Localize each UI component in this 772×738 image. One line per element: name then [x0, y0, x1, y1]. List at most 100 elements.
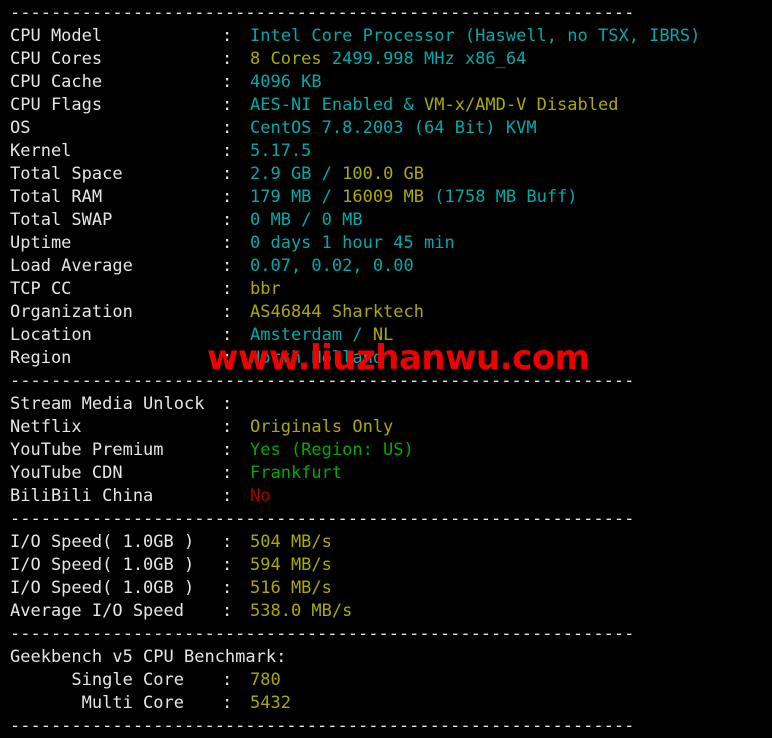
info-row-colon: : — [222, 26, 233, 46]
info-row: YouTube CDN: Frankfurt — [10, 462, 772, 485]
info-row-label: CPU Cores — [10, 49, 103, 69]
info-row-colon: : — [222, 256, 233, 276]
info-row-label: Location — [10, 325, 92, 345]
info-row-colon: : — [222, 693, 233, 713]
info-row-value: 516 MB/s — [250, 578, 332, 598]
info-row: CPU Cores:8 Cores 2499.998 MHz x86_64 — [10, 48, 772, 71]
info-row-value: Yes (Region: US) — [250, 440, 414, 460]
info-row: Total SWAP:0 MB / 0 MB — [10, 209, 772, 232]
info-row-value: 4096 KB — [250, 72, 322, 92]
info-row-value: 780 — [250, 670, 281, 690]
info-row-colon: : — [222, 233, 233, 253]
info-row-colon: : — [222, 187, 233, 207]
info-row-value: 8 Cores — [250, 49, 332, 69]
info-row-colon: : — [222, 555, 233, 575]
info-row-value: 2499.998 MHz x86_64 — [331, 49, 527, 69]
section-separator: ----------------------------------------… — [10, 508, 772, 531]
info-row-value: 504 MB/s — [250, 532, 332, 552]
info-row-label: Kernel — [10, 141, 72, 161]
info-row-value: 594 MB/s — [250, 555, 332, 575]
info-row-label: CPU Model — [10, 26, 103, 46]
info-row-colon: : — [222, 302, 233, 322]
info-row: OS: CentOS 7.8.2003 (64 Bit) KVM — [10, 117, 772, 140]
info-row-value: Frankfurt — [250, 463, 343, 483]
info-row-colon: : — [222, 440, 233, 460]
terminal-output: ----------------------------------------… — [0, 0, 772, 738]
info-row-label: Load Average — [10, 256, 133, 276]
info-row-value: Intel Core Processor (Haswell, no TSX, I… — [250, 26, 701, 46]
info-row-value: 100.0 GB — [342, 164, 425, 184]
info-row-colon: : — [222, 348, 233, 368]
info-row-value: 538.0 MB/s — [250, 601, 353, 621]
info-row-label: Single Core — [10, 670, 184, 690]
info-row-label: Uptime — [10, 233, 72, 253]
info-row-value: (1758 MB Buff) — [434, 187, 578, 207]
section-heading-text: Geekbench v5 CPU Benchmark: — [10, 647, 287, 667]
info-row: Netflix: Originals Only — [10, 416, 772, 439]
info-row: TCP CC: bbr — [10, 278, 772, 301]
info-row-value: AS46844 Sharktech — [250, 302, 424, 322]
info-row-colon: : — [222, 210, 233, 230]
info-row-label: I/O Speed( 1.0GB ) — [10, 578, 195, 598]
info-row: CPU Model: Intel Core Processor (Haswell,… — [10, 25, 772, 48]
separator-line: ----------------------------------------… — [10, 624, 635, 644]
info-row-value: 5.17.5 — [250, 141, 312, 161]
info-row: Load Average:0.07, 0.02, 0.00 — [10, 255, 772, 278]
info-row-colon: : — [222, 394, 233, 414]
info-row-colon: : — [222, 670, 233, 690]
info-row: Average I/O Speed:538.0 MB/s — [10, 600, 772, 623]
info-row-colon: : — [222, 486, 233, 506]
info-row: CPU Flags: AES-NI Enabled & VM-x/AMD-V Di… — [10, 94, 772, 117]
info-row: Single Core:780 — [10, 669, 772, 692]
info-row-label: YouTube Premium — [10, 440, 164, 460]
info-row-colon: : — [222, 118, 233, 138]
section-separator: ----------------------------------------… — [10, 2, 772, 25]
info-row: YouTube Premium: Yes (Region: US) — [10, 439, 772, 462]
info-row-value: CentOS 7.8.2003 (64 Bit) KVM — [250, 118, 537, 138]
info-row-label: TCP CC — [10, 279, 72, 299]
info-row-colon: : — [222, 578, 233, 598]
info-row-colon: : — [222, 417, 233, 437]
info-row-label: Total RAM — [10, 187, 103, 207]
info-row-label: CPU Flags — [10, 95, 103, 115]
info-row: Organization: AS46844 Sharktech — [10, 301, 772, 324]
info-row-label: Organization — [10, 302, 133, 322]
info-row: I/O Speed( 1.0GB ):516 MB/s — [10, 577, 772, 600]
section-separator: ----------------------------------------… — [10, 370, 772, 393]
info-row: Total RAM:179 MB / 16009 MB (1758 MB Buf… — [10, 186, 772, 209]
info-row-label: Total Space — [10, 164, 123, 184]
info-row-value: 2.9 GB / — [250, 164, 343, 184]
info-row: Region: North Holland — [10, 347, 772, 370]
info-row-value: 5432 — [250, 693, 291, 713]
info-row-label: Total SWAP — [10, 210, 113, 230]
info-row-value: No — [250, 486, 271, 506]
info-row: I/O Speed( 1.0GB ):594 MB/s — [10, 554, 772, 577]
info-row-colon: : — [222, 463, 233, 483]
section-separator: ----------------------------------------… — [10, 623, 772, 646]
info-row-label: CPU Cache — [10, 72, 103, 92]
info-row-colon: : — [222, 279, 233, 299]
info-row-value: NL — [372, 325, 394, 345]
separator-line: ----------------------------------------… — [10, 371, 635, 391]
section-separator: ----------------------------------------… — [10, 715, 772, 738]
info-row-colon: : — [222, 601, 233, 621]
info-row-label: Multi Core — [10, 693, 184, 713]
info-row: Multi Core:5432 — [10, 692, 772, 715]
info-row: I/O Speed( 1.0GB ):504 MB/s — [10, 531, 772, 554]
info-row-label: Average I/O Speed — [10, 601, 184, 621]
section-heading: Geekbench v5 CPU Benchmark: — [10, 646, 772, 669]
info-row: Total Space:2.9 GB / 100.0 GB — [10, 163, 772, 186]
info-row: CPU Cache:4096 KB — [10, 71, 772, 94]
info-row-value: 0 days 1 hour 45 min — [250, 233, 455, 253]
info-row-label: Region — [10, 348, 72, 368]
separator-line: ----------------------------------------… — [10, 3, 635, 23]
info-row-value: 16009 MB — [342, 187, 435, 207]
info-row-value: North Holland — [250, 348, 384, 368]
info-row-label: YouTube CDN — [10, 463, 123, 483]
info-row-label: OS — [10, 118, 31, 138]
info-row-value: 0.07, 0.02, 0.00 — [250, 256, 414, 276]
info-row-value: 179 MB / — [250, 187, 343, 207]
info-row-colon: : — [222, 532, 233, 552]
info-row-value: AES-NI Enabled & — [250, 95, 424, 115]
separator-line: ----------------------------------------… — [10, 509, 635, 529]
